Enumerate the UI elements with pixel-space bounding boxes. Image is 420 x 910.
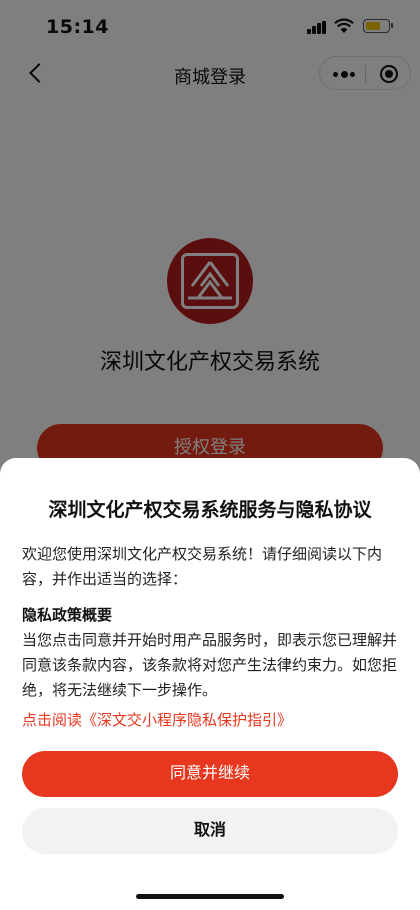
privacy-sheet: 深圳文化产权交易系统服务与隐私协议 欢迎您使用深圳文化产权交易系统！请仔细阅读以… bbox=[0, 458, 420, 910]
cancel-button[interactable]: 取消 bbox=[22, 808, 398, 854]
home-indicator bbox=[136, 894, 284, 899]
privacy-summary-body: 当您点击同意并开始时用产品服务时，即表示您已理解并同意该条款内容，该条款将对您产… bbox=[22, 631, 398, 699]
sheet-title: 深圳文化产权交易系统服务与隐私协议 bbox=[48, 499, 372, 521]
sheet-intro: 欢迎您使用深圳文化产权交易系统！请仔细阅读以下内容，并作出适当的选择： bbox=[22, 545, 383, 588]
agree-continue-button[interactable]: 同意并继续 bbox=[22, 751, 398, 797]
privacy-summary-heading: 隐私政策概要 bbox=[22, 606, 113, 624]
privacy-guide-link[interactable]: 点击阅读《深文交小程序隐私保护指引》 bbox=[22, 709, 292, 730]
